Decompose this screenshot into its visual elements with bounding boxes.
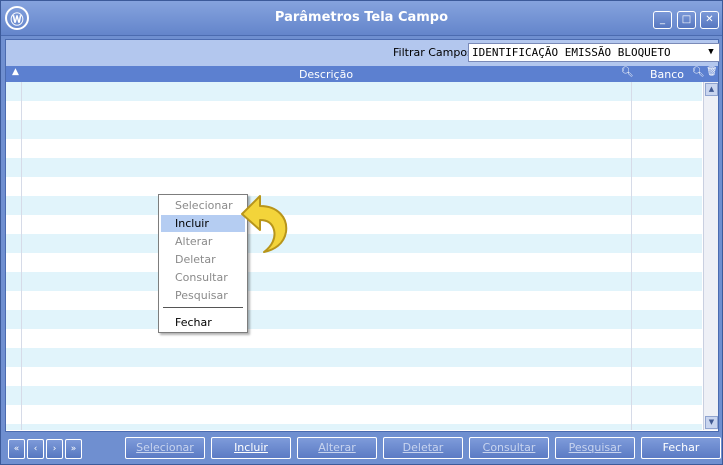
first-record-button[interactable]: « [8, 439, 25, 459]
menu-separator [163, 307, 243, 308]
filter-selected-value: IDENTIFICAÇÃO EMISSÃO BLOQUETO [472, 46, 671, 59]
menu-item-incluir[interactable]: Incluir [161, 215, 245, 232]
column-header-banco[interactable]: Banco [650, 68, 684, 81]
trash-icon[interactable]: 🗑 [706, 67, 717, 77]
close-button[interactable]: ✕ [700, 11, 719, 29]
search-icon[interactable]: 🔍︎ [621, 67, 634, 78]
filter-select[interactable]: IDENTIFICAÇÃO EMISSÃO BLOQUETO ▼ [468, 43, 720, 62]
menu-item-alterar[interactable]: Alterar [161, 233, 245, 250]
search-column-icon[interactable]: 🔍︎ [692, 67, 705, 78]
curved-arrow-pointer-icon [241, 195, 288, 253]
grid-header: ▲ Descrição 🔍︎ Banco 🔍︎ 🗑 [6, 66, 718, 82]
alterar-button[interactable]: Alterar [297, 437, 377, 459]
main-window: Ⓦ Parâmetros Tela Campo _ □ ✕ Filtrar Ca… [0, 0, 723, 465]
window-title: Parâmetros Tela Campo [274, 10, 449, 25]
footer-bar: « ‹ › » Selecionar Incluir Alterar Delet… [1, 433, 722, 464]
consultar-button[interactable]: Consultar [469, 437, 549, 459]
menu-item-deletar[interactable]: Deletar [161, 251, 245, 268]
deletar-button[interactable]: Deletar [383, 437, 463, 459]
fechar-button[interactable]: Fechar [641, 437, 721, 459]
incluir-button[interactable]: Incluir [211, 437, 291, 459]
scroll-down-icon[interactable]: ▼ [705, 416, 718, 429]
menu-item-consultar[interactable]: Consultar [161, 269, 245, 286]
context-menu: Selecionar Incluir Alterar Deletar Consu… [158, 194, 248, 333]
chevron-down-icon[interactable]: ▼ [703, 44, 719, 61]
menu-item-selecionar[interactable]: Selecionar [161, 197, 245, 214]
content-panel: Filtrar Campos: IDENTIFICAÇÃO EMISSÃO BL… [5, 39, 720, 432]
scroll-up-icon[interactable]: ▲ [705, 83, 718, 96]
column-divider [631, 82, 632, 430]
title-bar[interactable]: Ⓦ Parâmetros Tela Campo _ □ ✕ [1, 1, 722, 36]
column-divider [21, 82, 22, 430]
vertical-scrollbar[interactable]: ▲ ▼ [703, 82, 718, 430]
menu-item-pesquisar[interactable]: Pesquisar [161, 287, 245, 304]
pesquisar-button[interactable]: Pesquisar [555, 437, 635, 459]
filter-label: Filtrar Campos: [393, 46, 477, 59]
selecionar-button[interactable]: Selecionar [125, 437, 205, 459]
grid-body[interactable] [6, 82, 702, 430]
menu-item-fechar[interactable]: Fechar [161, 314, 245, 331]
previous-record-button[interactable]: ‹ [27, 439, 44, 459]
maximize-button[interactable]: □ [677, 11, 696, 29]
column-header-descricao[interactable]: Descrição [6, 68, 646, 81]
last-record-button[interactable]: » [65, 439, 82, 459]
next-record-button[interactable]: › [46, 439, 63, 459]
minimize-button[interactable]: _ [653, 11, 672, 29]
filter-bar: Filtrar Campos: IDENTIFICAÇÃO EMISSÃO BL… [6, 40, 720, 66]
